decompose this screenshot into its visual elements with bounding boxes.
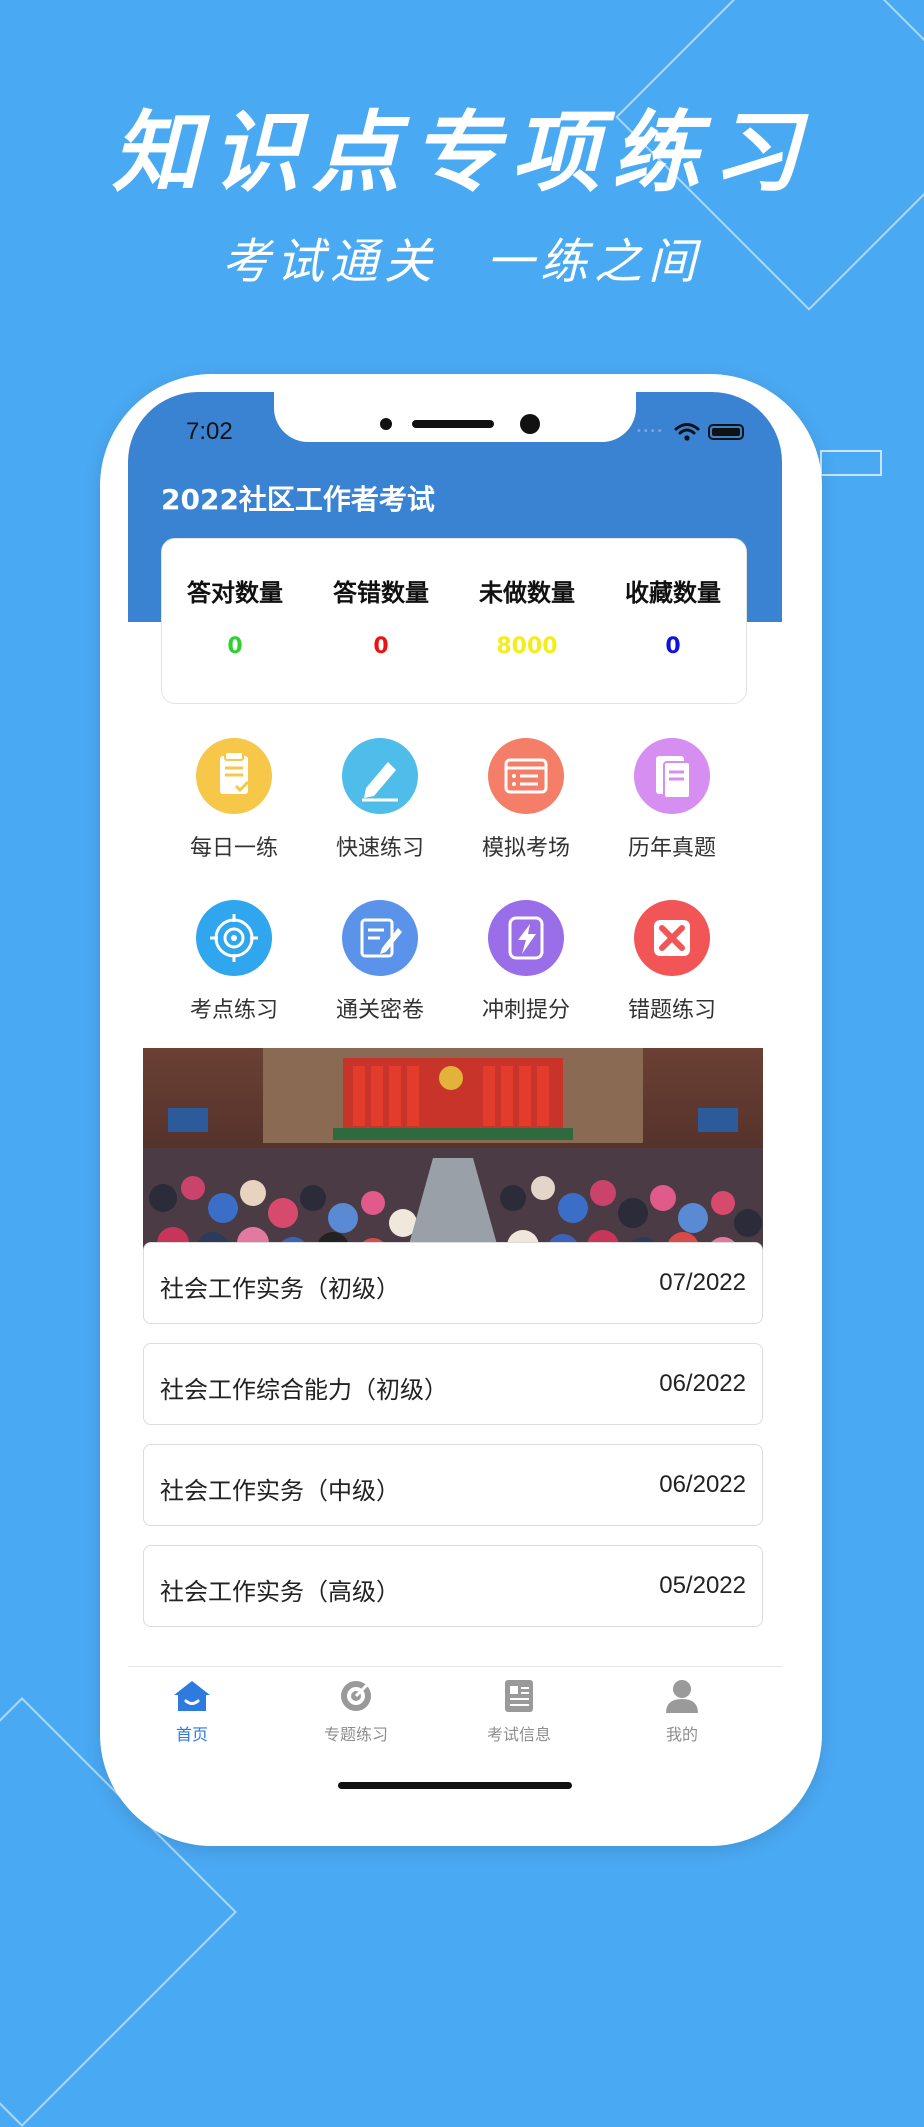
stats-card: 答对数量 0 答错数量 0 未做数量 8000 收藏数量 0: [161, 538, 747, 704]
daily-clipboard-icon: [196, 738, 272, 814]
app-title: 2022社区工作者考试: [161, 483, 435, 516]
stat-value: 0: [665, 634, 681, 659]
feature-sprint[interactable]: 冲刺提分: [453, 900, 599, 1024]
feature-label: 每日一练: [189, 836, 278, 861]
tab-home[interactable]: 首页: [132, 1679, 252, 1745]
tab-label: 我的: [665, 1725, 698, 1744]
feature-wrong-questions[interactable]: 错题练习: [599, 900, 745, 1024]
feature-past-papers[interactable]: 历年真题: [599, 738, 745, 862]
exam-title: 社会工作实务（高级）: [160, 1578, 400, 1606]
exam-title: 社会工作实务（中级）: [160, 1477, 400, 1505]
exam-date: 07/2022: [659, 1269, 746, 1296]
status-time: 7:02: [186, 418, 233, 445]
tab-bar: 首页 专题练习 考试信息 我的: [128, 1666, 782, 1757]
feature-label: 错题练习: [627, 998, 716, 1023]
exam-title: 社会工作综合能力（初级）: [160, 1376, 448, 1404]
home-indicator: [338, 1782, 572, 1789]
promo-subline-left: 考试通关: [221, 234, 438, 290]
edit-paper-icon: [342, 900, 418, 976]
feature-key-points[interactable]: 考点练习: [161, 900, 307, 1024]
tab-exam-info[interactable]: 考试信息: [459, 1679, 579, 1745]
stat-label: 收藏数量: [625, 579, 721, 607]
home-icon: [174, 1681, 210, 1711]
tab-profile[interactable]: 我的: [622, 1679, 742, 1745]
stat-label: 未做数量: [479, 579, 575, 607]
decorative-rect: [820, 450, 882, 476]
tab-topics[interactable]: 专题练习: [296, 1679, 416, 1745]
news-icon: [505, 1680, 533, 1712]
stat-value: 0: [373, 634, 389, 659]
stat-value: 0: [227, 634, 243, 659]
tab-label: 专题练习: [323, 1725, 388, 1744]
promo-headline: 知识点专项练习: [111, 100, 812, 204]
pencil-icon: [342, 738, 418, 814]
feature-label: 模拟考场: [481, 836, 570, 861]
notch: [274, 392, 636, 442]
feature-label: 考点练习: [189, 998, 278, 1023]
target-tab-icon: [341, 1680, 372, 1711]
status-icons: ••••: [636, 422, 746, 442]
exam-list-item[interactable]: 社会工作实务（高级） 05/2022: [143, 1545, 763, 1627]
exam-date: 06/2022: [659, 1370, 746, 1397]
exam-list-item[interactable]: 社会工作实务（初级） 07/2022: [143, 1242, 763, 1324]
stat-value: 8000: [496, 634, 558, 659]
exam-date: 05/2022: [659, 1572, 746, 1599]
stat-favorite[interactable]: 收藏数量 0: [600, 539, 746, 659]
feature-label: 历年真题: [627, 836, 716, 861]
phone-frame: 7:02 •••• 2022社区工作者考试 答对数量 0 答错数量 0 未做数量…: [100, 374, 822, 1846]
user-icon: [666, 1680, 698, 1713]
stat-correct[interactable]: 答对数量 0: [162, 539, 308, 659]
wrong-x-icon: [634, 900, 710, 976]
stat-label: 答对数量: [187, 579, 283, 607]
signal-icon: ••••: [636, 426, 664, 437]
feature-label: 冲刺提分: [481, 998, 570, 1023]
battery-icon: [708, 424, 744, 440]
banner-image[interactable]: [143, 1048, 763, 1266]
stat-wrong[interactable]: 答错数量 0: [308, 539, 454, 659]
feature-label: 通关密卷: [335, 998, 424, 1023]
tab-label: 考试信息: [486, 1725, 551, 1744]
target-icon: [196, 900, 272, 976]
stat-label: 答错数量: [333, 579, 429, 607]
wifi-icon: [674, 423, 700, 441]
lightning-icon: [488, 900, 564, 976]
exam-list-item[interactable]: 社会工作实务（中级） 06/2022: [143, 1444, 763, 1526]
exam-list-item[interactable]: 社会工作综合能力（初级） 06/2022: [143, 1343, 763, 1425]
promo-subline: 考试通关 一练之间: [0, 222, 924, 292]
stat-undone[interactable]: 未做数量 8000: [454, 539, 600, 659]
feature-secret-papers[interactable]: 通关密卷: [307, 900, 453, 1024]
documents-icon: [634, 738, 710, 814]
tab-label: 首页: [175, 1725, 208, 1744]
exam-title: 社会工作实务（初级）: [160, 1275, 400, 1303]
feature-quick-practice[interactable]: 快速练习: [307, 738, 453, 862]
feature-mock-exam[interactable]: 模拟考场: [453, 738, 599, 862]
promo-subline-right: 一练之间: [486, 234, 703, 290]
exam-date: 06/2022: [659, 1471, 746, 1498]
feature-label: 快速练习: [335, 836, 424, 861]
feature-daily-practice[interactable]: 每日一练: [161, 738, 307, 862]
phone-screen: 7:02 •••• 2022社区工作者考试 答对数量 0 答错数量 0 未做数量…: [128, 392, 782, 1828]
checklist-icon: [488, 738, 564, 814]
